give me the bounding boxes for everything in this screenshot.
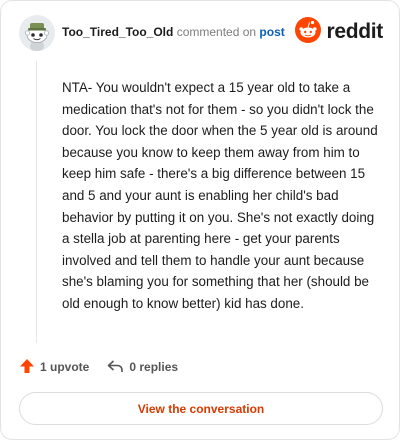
action-text: commented on [176, 25, 257, 39]
upvote-arrow-icon [19, 358, 35, 377]
post-link[interactable]: post [259, 25, 284, 39]
reddit-brand[interactable]: reddit [295, 16, 383, 48]
upvote-button[interactable]: 1 upvote [19, 358, 89, 377]
reply-button[interactable]: 0 replies [107, 358, 178, 377]
reddit-logo-icon [295, 16, 322, 48]
comment-header: Too_Tired_Too_Old commented on post redd… [19, 15, 383, 55]
reply-count: 0 replies [129, 360, 179, 374]
view-conversation-button[interactable]: View the conversation [19, 392, 383, 425]
comment-actions: 1 upvote 0 replies [19, 357, 196, 377]
snoo-avatar-icon[interactable] [19, 15, 55, 51]
upvote-count: 1 upvote [40, 360, 90, 374]
reddit-wordmark: reddit [326, 20, 383, 43]
comment-meta: Too_Tired_Too_Old commented on post [62, 25, 285, 39]
reply-arrow-icon [107, 358, 124, 377]
comment-body: NTA- You wouldn't expect a 15 year old t… [62, 80, 378, 311]
username-link[interactable]: Too_Tired_Too_Old [62, 25, 173, 39]
thread-line [36, 61, 37, 343]
comment-embed-card: Too_Tired_Too_Old commented on post redd… [0, 0, 400, 440]
